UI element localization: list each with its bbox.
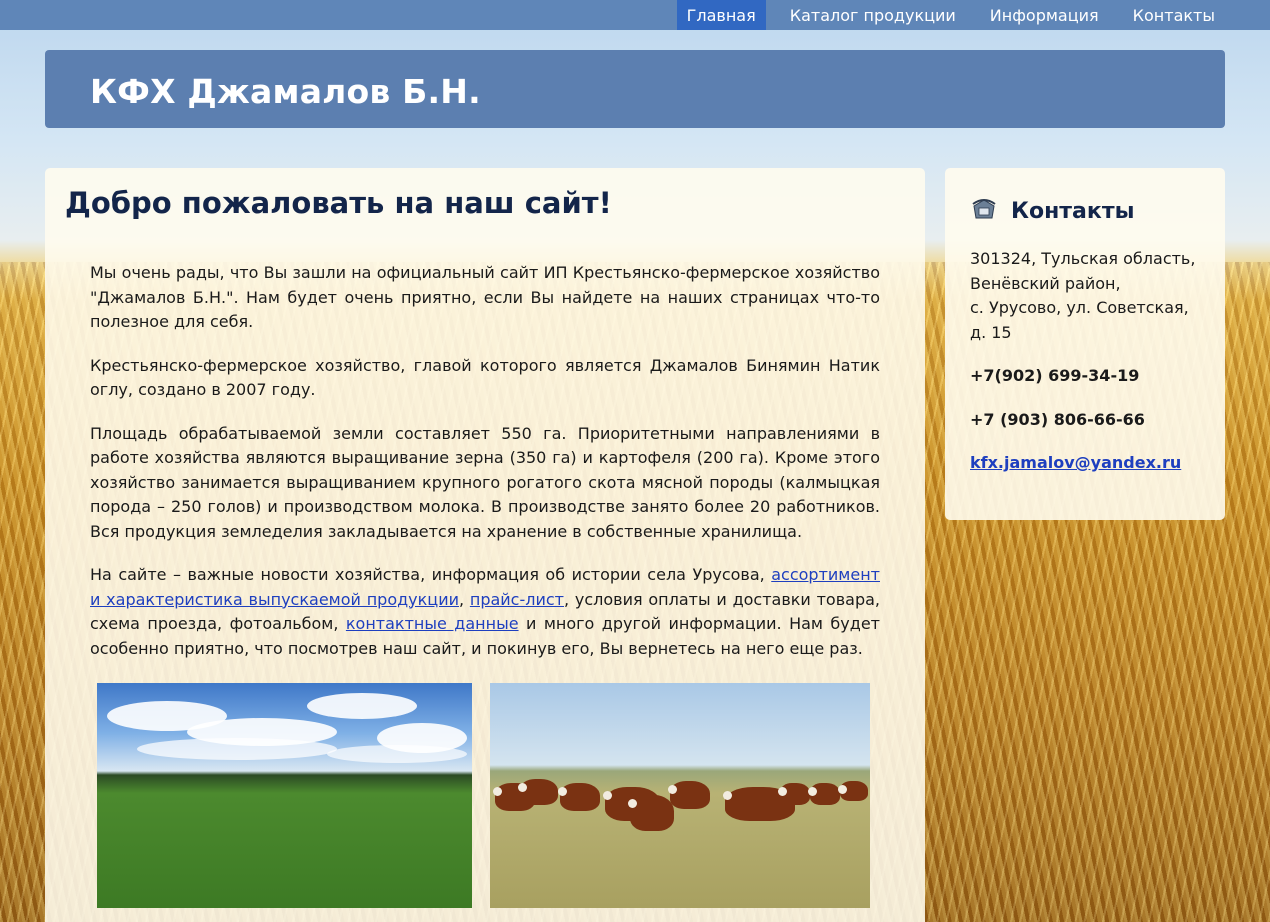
- paragraph-welcome: Мы очень рады, что Вы зашли на официальн…: [90, 263, 880, 331]
- cattle-herd-photo: [490, 683, 870, 908]
- postal-address: 301324, Тульская область, Венёвский райо…: [970, 247, 1210, 345]
- address-line: с. Урусово, ул. Советская,: [970, 298, 1189, 317]
- contacts-heading: Контакты: [1011, 199, 1135, 224]
- address-line: 301324, Тульская область,: [970, 249, 1196, 268]
- paragraph-history: Крестьянско-фермерское хозяйство, главой…: [90, 355, 880, 400]
- email-link[interactable]: kfx.jamalov@yandex.ru: [970, 453, 1181, 472]
- text-fragment: ,: [458, 589, 470, 609]
- nav-item-contacts[interactable]: Контакты: [1116, 0, 1232, 30]
- link-price-list[interactable]: прайс-лист: [470, 590, 564, 609]
- top-navigation: Главная Каталог продукции Информация Кон…: [0, 0, 1270, 30]
- intro-text: Мы очень рады, что Вы зашли на официальн…: [90, 261, 880, 680]
- paragraph-farm-details: Площадь обрабатываемой земли составляет …: [90, 423, 880, 541]
- site-header-banner: КФХ Джамалов Б.Н.: [45, 50, 1225, 128]
- green-field-photo: [97, 683, 472, 908]
- phone-number-2: +7 (903) 806-66-66: [970, 410, 1145, 429]
- main-content: Добро пожаловать на наш сайт! Мы очень р…: [45, 168, 925, 922]
- telephone-icon: [972, 199, 996, 219]
- site-title[interactable]: КФХ Джамалов Б.Н.: [90, 72, 481, 111]
- contacts-sidebar: Контакты 301324, Тульская область, Венёв…: [945, 168, 1225, 520]
- link-contact-details[interactable]: контактные данные: [346, 614, 519, 633]
- address-line: Венёвский район,: [970, 273, 1121, 293]
- paragraph-site-overview: На сайте – важные новости хозяйства, инф…: [90, 563, 880, 661]
- nav-item-home[interactable]: Главная: [676, 0, 766, 30]
- text-fragment: На сайте – важные новости хозяйства, инф…: [90, 565, 772, 584]
- nav-item-catalog[interactable]: Каталог продукции: [773, 0, 973, 30]
- address-line: д. 15: [970, 322, 1012, 342]
- nav-item-information[interactable]: Информация: [973, 0, 1116, 30]
- page-title: Добро пожаловать на наш сайт!: [65, 186, 612, 220]
- phone-number-1: +7(902) 699-34-19: [970, 366, 1140, 385]
